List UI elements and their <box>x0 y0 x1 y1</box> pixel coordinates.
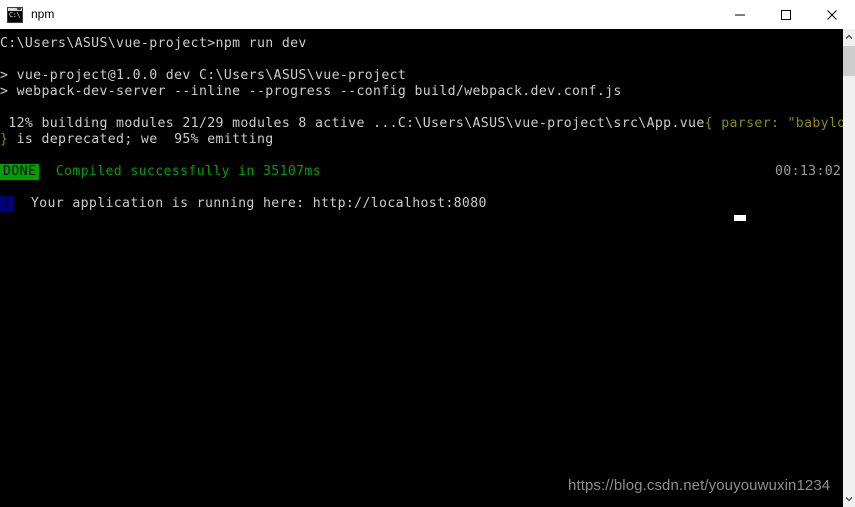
scroll-down-button[interactable] <box>843 491 855 507</box>
window-controls <box>717 0 855 29</box>
terminal-line: > webpack-dev-server --inline --progress… <box>0 84 843 100</box>
minimize-icon <box>735 14 745 15</box>
terminal-text-segment: { parser: "babylon" <box>704 116 843 131</box>
chevron-up-icon <box>845 34 853 39</box>
scroll-up-button[interactable] <box>843 29 855 45</box>
maximize-button[interactable] <box>763 0 809 29</box>
npm-console-window: C:\ npm C:\Users\ASUS\vue-project>npm ru… <box>0 0 855 507</box>
vertical-scrollbar[interactable] <box>843 29 855 507</box>
terminal-line <box>0 100 843 116</box>
terminal-text-segment: 12% building modules 21/29 modules 8 act… <box>0 116 705 131</box>
done-badge: DONE <box>0 164 40 180</box>
minimize-button[interactable] <box>717 0 763 29</box>
maximize-icon <box>781 9 791 20</box>
terminal-line <box>0 52 843 68</box>
terminal-output[interactable]: C:\Users\ASUS\vue-project>npm run dev > … <box>0 29 843 507</box>
app-running-message: Your application is running here: http:/… <box>14 196 487 211</box>
window-title: npm <box>31 7 55 21</box>
terminal-cursor <box>734 215 746 221</box>
info-badge: I <box>0 196 15 212</box>
terminal-line: } is deprecated; we 95% emitting <box>0 132 843 148</box>
console-icon: C:\ <box>7 6 23 23</box>
terminal-text-segment: is deprecated; we 95% emitting <box>8 132 274 147</box>
compile-success-line: DONE Compiled successfully in 35107ms 00:… <box>0 164 843 180</box>
close-button[interactable] <box>809 0 855 29</box>
scrollbar-thumb[interactable] <box>843 46 855 76</box>
close-icon <box>827 9 837 20</box>
terminal-line: C:\Users\ASUS\vue-project>npm run dev <box>0 36 843 52</box>
terminal-line: > vue-project@1.0.0 dev C:\Users\ASUS\vu… <box>0 68 843 84</box>
chevron-down-icon <box>845 497 853 502</box>
title-bar[interactable]: C:\ npm <box>0 0 855 29</box>
compile-success-message: Compiled successfully in 35107ms <box>39 164 322 179</box>
terminal-line: 12% building modules 21/29 modules 8 act… <box>0 116 843 132</box>
terminal-text-segment: > vue-project@1.0.0 dev C:\Users\ASUS\vu… <box>0 68 407 83</box>
terminal-text-segment: C:\Users\ASUS\vue-project>npm run dev <box>0 36 307 51</box>
console-icon-text: C:\ <box>9 10 21 19</box>
terminal-line <box>0 148 843 164</box>
compile-timestamp: 00:13:02 <box>775 164 842 179</box>
watermark: https://blog.csdn.net/youyouwuxin1234 <box>568 477 831 494</box>
app-running-line: I Your application is running here: http… <box>0 196 843 212</box>
terminal-text-segment: > webpack-dev-server --inline --progress… <box>0 84 622 99</box>
